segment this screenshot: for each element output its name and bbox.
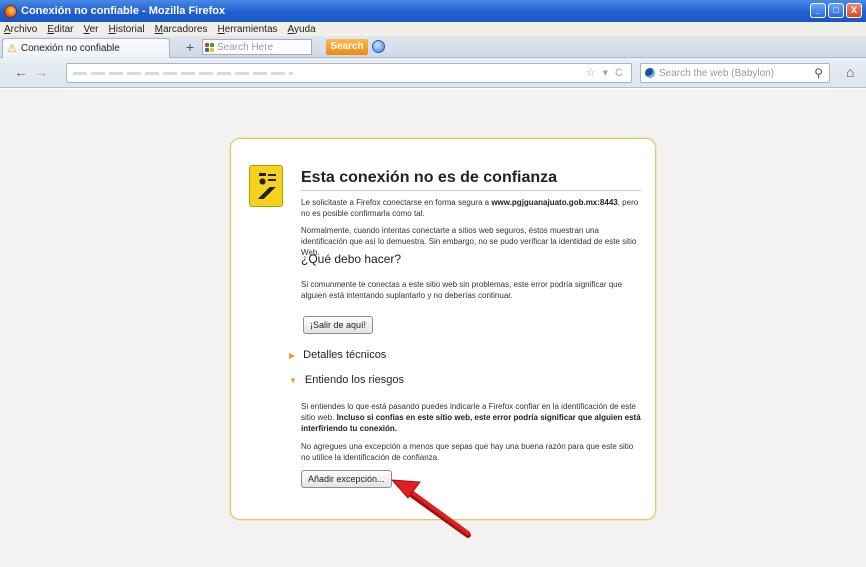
menu-ayuda[interactable]: Ayuda (288, 24, 316, 35)
technical-details-expander[interactable]: ▶ Detalles técnicos (289, 349, 386, 361)
tab-label: Conexión no confiable (20, 43, 120, 54)
magnifier-icon[interactable]: ⚲ (814, 66, 823, 80)
warning-icon: ⚠ (7, 43, 17, 55)
understand-risks-expander[interactable]: ▼ Entiendo los riesgos (289, 374, 404, 386)
menu-marcadores[interactable]: Marcadores (155, 24, 208, 35)
window-title: Conexión no confiable - Mozilla Firefox (21, 5, 226, 17)
colored-dots-icon (205, 42, 214, 52)
forward-button[interactable]: → (34, 64, 48, 80)
babylon-icon[interactable] (645, 68, 655, 78)
window-controls: _ □ X (810, 3, 862, 18)
back-button[interactable]: ← (14, 64, 28, 80)
close-window-button[interactable]: X (846, 3, 862, 18)
navigation-bar: ← → ☆ ▾ C Search the web (Babylon) ⚲ ⌂ (0, 58, 866, 88)
error-dialog: Esta conexión no es de confianza Le soli… (230, 138, 656, 520)
toolbar-search-input[interactable]: Search Here (202, 39, 312, 55)
url-bar-icons[interactable]: ☆ ▾ C (586, 66, 625, 79)
advice-paragraph: Si comunmente te conectas a este sitio w… (301, 280, 623, 300)
host-name: www.pgjguanajuato.gob.mx:8443 (491, 198, 618, 207)
security-officer-icon (249, 165, 283, 207)
what-to-do-heading: ¿Qué debo hacer? (301, 252, 402, 266)
toolbar-search-button[interactable]: Search (326, 39, 368, 55)
menu-herramientas[interactable]: Herramientas (217, 24, 277, 35)
menu-editar[interactable]: Editar (47, 24, 73, 35)
url-bar[interactable]: ☆ ▾ C (66, 63, 632, 83)
menu-archivo[interactable]: Archivo (4, 24, 37, 35)
exception-warning-paragraph: No agregues una excepción a menos que se… (301, 442, 634, 462)
home-icon[interactable]: ⌂ (846, 64, 854, 80)
url-text-blurred (73, 72, 293, 75)
expanded-triangle-icon: ▼ (289, 375, 297, 385)
tab-conexion-no-confiable[interactable]: ⚠ Conexión no confiable (2, 38, 170, 58)
toolbar-info-icon[interactable] (372, 40, 385, 53)
web-search-placeholder: Search the web (Babylon) (659, 67, 775, 79)
intro-paragraph: Le solicitaste a Firefox conectarse en f… (301, 198, 639, 218)
minimize-button[interactable]: _ (810, 3, 826, 18)
firefox-logo-icon (4, 4, 17, 18)
collapsed-triangle-icon: ▶ (289, 350, 296, 360)
menu-ver[interactable]: Ver (83, 24, 98, 35)
toolbar-search-placeholder: Search Here (217, 41, 274, 53)
tab-bar: ⚠ Conexión no confiable + Search Here Se… (0, 36, 866, 58)
risks-paragraph: Si entiendes lo que está pasando puedes … (301, 402, 641, 433)
maximize-button[interactable]: □ (828, 3, 844, 18)
web-search-input[interactable]: Search the web (Babylon) ⚲ (640, 63, 830, 83)
title-divider (301, 190, 641, 191)
error-title: Esta conexión no es de confianza (301, 169, 558, 186)
menu-historial[interactable]: Historial (109, 24, 145, 35)
new-tab-button[interactable]: + (182, 40, 198, 56)
leave-here-button[interactable]: ¡Salir de aquí! (303, 316, 374, 334)
window-titlebar: Conexión no confiable - Mozilla Firefox … (0, 0, 866, 22)
page-content: Esta conexión no es de confianza Le soli… (0, 89, 866, 567)
menu-bar: Archivo Editar Ver Historial Marcadores … (0, 22, 866, 36)
add-exception-button[interactable]: Añadir excepción... (301, 470, 392, 488)
